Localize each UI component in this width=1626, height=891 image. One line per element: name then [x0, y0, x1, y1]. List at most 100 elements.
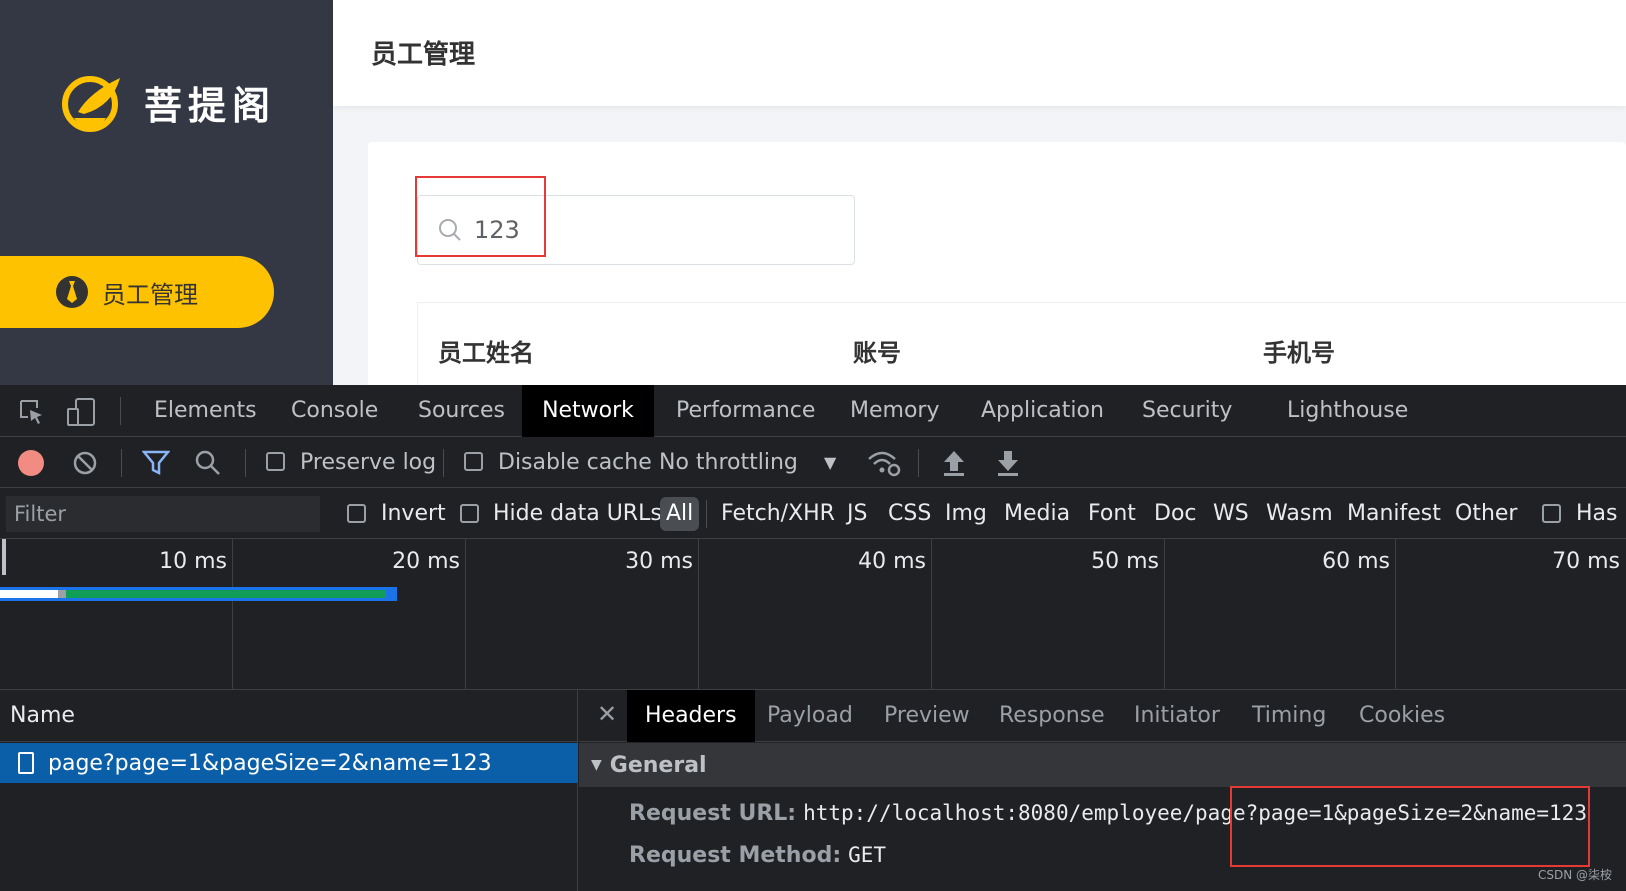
filter-type-manifest[interactable]: Manifest	[1347, 488, 1441, 539]
divider	[706, 500, 707, 528]
timeline-gridline	[1395, 539, 1396, 690]
filter-type-other[interactable]: Other	[1455, 488, 1517, 539]
sidebar-item-employee-management[interactable]: 员工管理	[0, 256, 274, 328]
filter-type-doc[interactable]: Doc	[1154, 488, 1197, 539]
disable-cache-label: Disable cache	[498, 450, 652, 475]
filter-input[interactable]: Filter	[6, 496, 320, 532]
timeline-tick-label: 60 ms	[1322, 549, 1390, 574]
tab-performance[interactable]: Performance	[676, 385, 815, 437]
sidebar: 菩提阁 员工管理	[0, 0, 333, 385]
close-icon[interactable]: ✕	[597, 690, 617, 738]
logo-text: 菩提阁	[144, 83, 277, 128]
request-url-key: Request URL:	[629, 801, 797, 826]
request-method-value: GET	[848, 843, 887, 867]
table-header: 员工姓名 账号 手机号	[417, 302, 1626, 385]
tab-security[interactable]: Security	[1142, 385, 1232, 437]
tab-application[interactable]: Application	[981, 385, 1104, 437]
logo-icon	[62, 76, 120, 132]
tab-preview[interactable]: Preview	[884, 690, 970, 742]
timeline-gridline	[232, 539, 233, 690]
column-header-phone: 手机号	[1263, 339, 1335, 367]
general-section-header[interactable]: ▼ General	[579, 743, 1626, 787]
divider	[245, 449, 246, 477]
filter-type-media[interactable]: Media	[1004, 488, 1070, 539]
download-icon[interactable]	[996, 449, 1020, 477]
tab-headers[interactable]: Headers	[627, 690, 755, 742]
divider	[121, 449, 122, 477]
details-tab-bar: ✕ Headers Payload Preview Response Initi…	[579, 690, 1626, 742]
disable-cache-checkbox[interactable]	[464, 452, 483, 471]
tab-cookies[interactable]: Cookies	[1359, 690, 1445, 742]
request-name: page?page=1&pageSize=2&name=123	[48, 750, 492, 776]
tab-payload[interactable]: Payload	[767, 690, 853, 742]
chevron-down-icon[interactable]: ▼	[824, 437, 836, 488]
highlight-box	[415, 176, 546, 257]
request-method-key: Request Method:	[629, 843, 842, 868]
column-header-name[interactable]: Name	[0, 690, 578, 742]
tab-sources[interactable]: Sources	[418, 385, 505, 437]
devtools-tab-bar: Elements Console Sources Network Perform…	[0, 385, 1626, 437]
timeline-gridline	[465, 539, 466, 690]
timeline-gridline	[698, 539, 699, 690]
throttling-select[interactable]: No throttling	[659, 437, 798, 488]
tab-memory[interactable]: Memory	[850, 385, 939, 437]
column-header-name: 员工姓名	[438, 339, 534, 367]
tab-response[interactable]: Response	[999, 690, 1105, 742]
request-list: Name page?page=1&pageSize=2&name=123	[0, 690, 578, 891]
hide-data-urls-label: Hide data URLs	[493, 501, 662, 526]
network-conditions-icon[interactable]	[867, 449, 901, 477]
tab-console[interactable]: Console	[291, 385, 378, 437]
filter-type-css[interactable]: CSS	[888, 488, 931, 539]
filter-bar: Filter Invert Hide data URLs All Fetch/X…	[0, 488, 1626, 539]
tab-network[interactable]: Network	[522, 385, 654, 437]
tie-icon	[56, 276, 88, 308]
sidebar-item-label: 员工管理	[102, 280, 198, 309]
filter-type-img[interactable]: Img	[945, 488, 987, 539]
hide-data-urls-checkbox[interactable]	[460, 504, 479, 523]
filter-icon[interactable]	[142, 450, 170, 476]
page-title: 员工管理	[371, 40, 476, 70]
header: 员工管理	[333, 0, 1626, 106]
clear-icon[interactable]	[72, 450, 98, 476]
highlight-box	[1230, 786, 1590, 867]
upload-icon[interactable]	[942, 449, 966, 477]
invert-label: Invert	[381, 501, 446, 526]
column-header-account: 账号	[853, 339, 901, 367]
inspect-element-icon[interactable]	[18, 398, 46, 426]
divider	[120, 397, 121, 425]
invert-checkbox[interactable]	[347, 504, 366, 523]
filter-type-js[interactable]: JS	[847, 488, 867, 539]
record-button[interactable]	[18, 450, 44, 476]
filter-type-font[interactable]: Font	[1088, 488, 1136, 539]
timeline-gridline	[931, 539, 932, 690]
timeline-tick-label: 70 ms	[1552, 549, 1620, 574]
request-row[interactable]: page?page=1&pageSize=2&name=123	[0, 743, 578, 783]
column-header-label: Name	[10, 703, 75, 728]
watermark: CSDN @柒桉	[1537, 868, 1612, 882]
has-blocked-cookies-label: Has b	[1576, 501, 1626, 526]
has-blocked-cookies-checkbox[interactable]	[1542, 504, 1561, 523]
triangle-down-icon: ▼	[591, 757, 602, 773]
network-timeline-overview[interactable]: 10 ms 20 ms 30 ms 40 ms 50 ms 60 ms 70 m…	[0, 539, 1626, 690]
filter-type-wasm[interactable]: Wasm	[1266, 488, 1333, 539]
tab-initiator[interactable]: Initiator	[1134, 690, 1220, 742]
request-timing-bar	[0, 587, 397, 601]
preserve-log-checkbox[interactable]	[266, 452, 285, 471]
divider	[918, 449, 919, 477]
filter-type-ws[interactable]: WS	[1213, 488, 1249, 539]
preserve-log-label: Preserve log	[300, 450, 437, 475]
device-toolbar-icon[interactable]	[66, 397, 98, 427]
tab-elements[interactable]: Elements	[154, 385, 257, 437]
tab-lighthouse[interactable]: Lighthouse	[1287, 385, 1408, 437]
tab-timing[interactable]: Timing	[1252, 690, 1326, 742]
request-method-row: Request Method: GET	[629, 843, 886, 868]
search-icon[interactable]	[195, 450, 221, 476]
divider	[443, 449, 444, 477]
timeline-tick-label: 10 ms	[159, 549, 227, 574]
content-card: 123 员工姓名 账号 手机号	[368, 142, 1626, 385]
timeline-tick-label: 40 ms	[858, 549, 926, 574]
timeline-tick-label: 20 ms	[392, 549, 460, 574]
filter-type-all[interactable]: All	[660, 497, 700, 531]
filter-type-fetch-xhr[interactable]: Fetch/XHR	[721, 488, 835, 539]
logo: 菩提阁	[60, 72, 276, 132]
